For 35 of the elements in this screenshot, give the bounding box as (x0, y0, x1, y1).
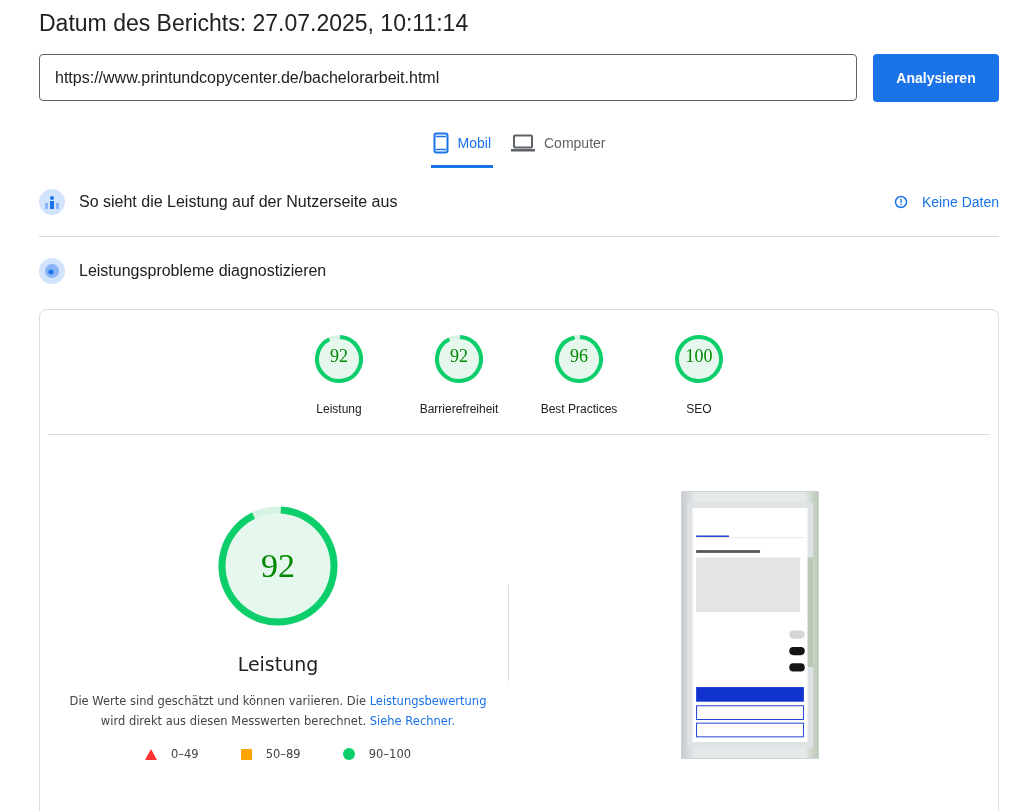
no-data-link[interactable]: Keine Daten (893, 194, 999, 210)
score-note: Die Werte sind geschätzt und können variieren. Die Leistungsbewertung wird direkt aus diesen Messwerten berechnet. Siehe Rechner. (69, 693, 487, 730)
device-tab[interactable]: Computer (509, 122, 608, 168)
range-label: 90–100 (368, 747, 412, 761)
score-gauge (314, 334, 364, 384)
category-label: Barrierefreiheit (419, 402, 499, 416)
score-gauge (674, 334, 724, 384)
section-title: Leistungsprobleme diagnostizieren (79, 262, 327, 280)
triangle-icon (144, 748, 157, 760)
category-label: SEO (686, 402, 712, 416)
score-gauge (434, 334, 484, 384)
score-value: 96 (570, 346, 588, 367)
category-label: Leistung (316, 402, 362, 416)
device-tab[interactable]: Mobil (430, 122, 493, 168)
laptop-icon (511, 134, 535, 152)
section-title: So sieht die Leistung auf der Nutzerseite aus (79, 193, 398, 211)
score-value: 92 (261, 547, 295, 585)
score-gauge (554, 334, 604, 384)
range-label: 50–89 (265, 747, 301, 761)
gauge-label: Leistung (237, 653, 319, 675)
score-value: 92 (450, 346, 468, 367)
info-icon (893, 195, 908, 209)
analyze-button[interactable]: Analysieren (873, 54, 999, 102)
users-icon (39, 189, 65, 215)
phone-icon (432, 132, 449, 154)
score-value: 100 (685, 346, 713, 367)
square-icon (240, 748, 252, 760)
url-field[interactable]: https://www.printundcopycenter.de/bachelorarbeit.html (39, 54, 857, 101)
score-link[interactable]: Leistungsbewertung (369, 694, 487, 708)
range-label: 0–49 (170, 747, 199, 761)
report-date: Datum des Berichts: 27.07.2025, 10:11:14 (39, 10, 470, 37)
score-value: 92 (330, 346, 348, 367)
category-label: Best Practices (540, 402, 618, 416)
circle-icon (342, 748, 355, 760)
calculator-link[interactable]: Siehe Rechner. (369, 714, 456, 728)
